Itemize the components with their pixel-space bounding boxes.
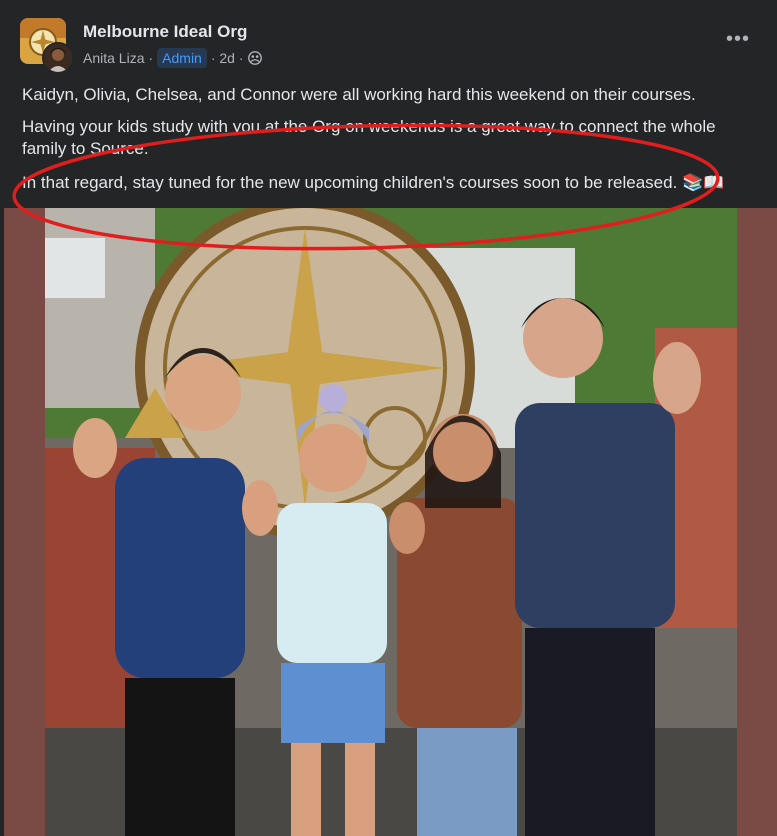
post-paragraph: Having your kids study with you at the O… — [22, 117, 716, 158]
post-meta: Anita Liza · Admin · 2d · — [83, 48, 262, 68]
post-paragraph: Kaidyn, Olivia, Chelsea, and Connor were… — [22, 85, 696, 104]
author-name-link[interactable]: Anita Liza — [83, 50, 144, 66]
post-header: Melbourne Ideal Org Anita Liza · Admin ·… — [20, 18, 760, 74]
post-time-link[interactable]: · 2d · — [211, 50, 244, 66]
avatar-stack[interactable] — [20, 18, 74, 74]
author-avatar[interactable] — [42, 42, 74, 74]
post-photo[interactable] — [45, 208, 737, 836]
group-name-link[interactable]: Melbourne Ideal Org — [83, 22, 247, 42]
post-paragraph: In that regard, stay tuned for the new u… — [22, 173, 725, 192]
post-card: Melbourne Ideal Org Anita Liza · Admin ·… — [0, 0, 777, 836]
meta-separator: · — [148, 50, 154, 66]
more-options-icon[interactable]: ••• — [726, 28, 750, 51]
group-members-icon — [247, 51, 262, 65]
admin-badge: Admin — [157, 48, 207, 68]
